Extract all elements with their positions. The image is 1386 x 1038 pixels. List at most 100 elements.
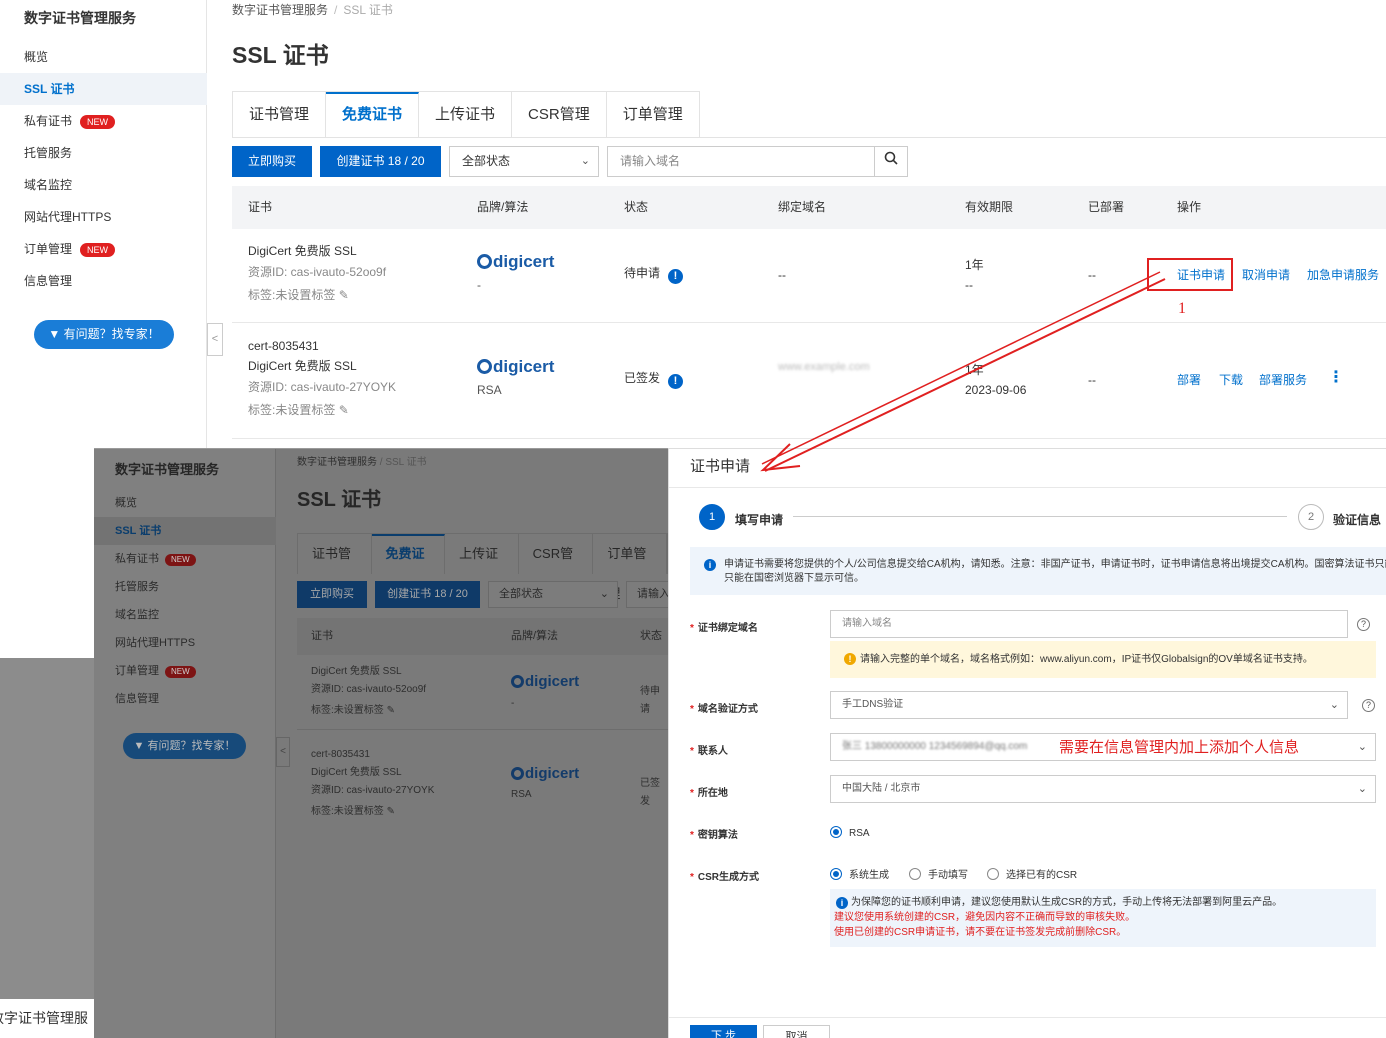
overlay-nav-item[interactable]: SSL 证书: [94, 517, 276, 545]
overlay-cert-algo: RSA: [511, 789, 532, 800]
cancel-button[interactable]: 取消: [763, 1025, 830, 1038]
verify-method-select[interactable]: 手工DNS验证 ⌄: [830, 691, 1348, 719]
overlay-nav-item[interactable]: 概览: [94, 489, 276, 517]
deploy-service-link[interactable]: 部署服务: [1259, 370, 1307, 390]
breadcrumb-current: SSL 证书: [343, 3, 393, 17]
overlay-cert-tag[interactable]: 标签:未设置标签 ✎: [311, 702, 395, 720]
new-badge: NEW: [165, 554, 196, 566]
overlay-cert-tag[interactable]: 标签:未设置标签 ✎: [311, 803, 395, 821]
sidebar-item-info[interactable]: 信息管理: [0, 265, 207, 297]
overlay-collapse-handle[interactable]: <: [276, 737, 290, 767]
column-header: 品牌/算法: [511, 630, 559, 642]
download-link[interactable]: 下载: [1219, 370, 1243, 390]
overlay-buy-button[interactable]: 立即购买: [297, 581, 367, 608]
sidebar-item-domain-monitor[interactable]: 域名监控: [0, 169, 207, 201]
sidebar-item-label: 订单管理: [24, 242, 73, 256]
breadcrumb-sep: /: [334, 3, 338, 17]
step-connector: [793, 516, 1287, 517]
cert-tag-label: 标签:未设置标签: [248, 288, 336, 302]
csr-notice-line: 为保障您的证书顺利申请，建议您使用默认生成CSR的方式，手动上传将无法部署到阿里…: [851, 897, 1283, 908]
warning-icon: !: [844, 653, 856, 665]
cert-product: DigiCert 免费版 SSL: [248, 244, 357, 258]
search-icon: [884, 151, 898, 165]
table-header: 证书 品牌/算法 状态 绑定域名 有效期限 已部署 操作: [232, 186, 1386, 229]
overlay-cert-name: cert-8035431: [311, 749, 370, 760]
digicert-logo: digicert: [477, 357, 554, 377]
overlay-help-button[interactable]: ▼ 有问题？找专家！: [123, 733, 246, 759]
tab-bar: 证书管理 免费证书 上传证书 CSR管理 订单管理: [232, 91, 700, 138]
tab-orders[interactable]: 订单管理: [606, 92, 699, 138]
cert-tag[interactable]: 标签:未设置标签 ✎: [248, 285, 349, 305]
message-icon: ▼: [133, 740, 148, 752]
overlay-tab[interactable]: 免费证书: [371, 534, 446, 597]
overlay-status-select[interactable]: 全部状态 ⌄: [488, 581, 618, 608]
sidebar-item-overview[interactable]: 概览: [0, 41, 207, 73]
bottom-strip: 数字证书管理服: [0, 999, 94, 1038]
sidebar-item-label: 私有证书: [24, 114, 73, 128]
info-icon[interactable]: !: [668, 269, 684, 284]
expedite-service-link[interactable]: 加急申请服务: [1307, 265, 1379, 285]
annotation-number: 1: [1178, 300, 1186, 317]
sidebar-item-orders[interactable]: 订单管理 NEW: [0, 233, 207, 265]
tab-upload-cert[interactable]: 上传证书: [419, 92, 513, 138]
csr-existing-radio[interactable]: 选择已有的CSR: [987, 868, 1077, 883]
sidebar-item-ssl[interactable]: SSL 证书: [0, 73, 207, 105]
cert-name: cert-8035431: [248, 339, 319, 353]
info-icon[interactable]: !: [668, 374, 684, 389]
sidebar-collapse-handle[interactable]: <: [207, 323, 223, 356]
location-select[interactable]: 中国大陆 / 北京市 ⌄: [830, 775, 1376, 803]
sidebar-item-https-proxy[interactable]: 网站代理HTTPS: [0, 201, 207, 233]
overlay-search-input[interactable]: 请输入: [626, 581, 668, 608]
status-select[interactable]: 全部状态 ⌄: [449, 146, 599, 177]
overlay-brand: 数字证书管理服务: [115, 462, 220, 477]
overlay-cert-resource: 资源ID: cas-ivauto-52oo9f: [311, 684, 427, 695]
help-icon[interactable]: ?: [1357, 618, 1370, 631]
help-expert-button[interactable]: ▼ 有问题？找专家！: [34, 320, 174, 349]
edit-icon: ✎: [338, 288, 349, 302]
breadcrumb-item[interactable]: 数字证书管理服务: [232, 3, 328, 17]
overlay-nav-item[interactable]: 订单管理 NEW: [94, 657, 276, 685]
column-header: 证书: [311, 630, 333, 642]
overlay-tab[interactable]: 证书管理: [298, 534, 372, 601]
csr-system-radio[interactable]: 系统生成: [830, 868, 889, 883]
cancel-apply-link[interactable]: 取消申请: [1242, 265, 1290, 285]
cert-expiry: --: [965, 278, 973, 292]
domain-input[interactable]: 请输入域名: [830, 610, 1348, 638]
cert-tag[interactable]: 标签:未设置标签 ✎: [248, 400, 349, 420]
cert-resource-id: 资源ID: cas-ivauto-52oo9f: [248, 265, 387, 279]
sidebar-item-hosting[interactable]: 托管服务: [0, 137, 207, 169]
tab-free-cert[interactable]: 免费证书: [326, 92, 420, 138]
overlay-tab[interactable]: 上传证书: [445, 534, 519, 601]
page-title: SSL 证书: [232, 42, 329, 68]
more-options-icon[interactable]: ⋮: [1328, 368, 1344, 388]
cert-status: 待申请!: [624, 263, 684, 284]
csr-manual-radio[interactable]: 手动填写: [909, 868, 968, 883]
overlay-nav-item[interactable]: 托管服务: [94, 573, 276, 601]
overlay-create-button[interactable]: 创建证书 18 / 20: [375, 581, 480, 608]
create-cert-button[interactable]: 创建证书 18 / 20: [320, 146, 441, 177]
chevron-down-icon: ⌄: [580, 155, 590, 167]
overlay-tab[interactable]: 订单管理: [593, 534, 667, 601]
cert-tag-label: 标签:未设置标签: [248, 403, 336, 417]
help-icon[interactable]: ?: [1362, 699, 1375, 712]
deploy-link[interactable]: 部署: [1177, 370, 1201, 390]
csr-notice: i 为保障您的证书顺利申请，建议您使用默认生成CSR的方式，手动上传将无法部署到…: [830, 889, 1376, 947]
digicert-logo: digicert: [511, 673, 579, 690]
search-button[interactable]: [875, 146, 908, 177]
tab-csr-manage[interactable]: CSR管理: [512, 92, 607, 138]
overlay-sidebar: 数字证书管理服务 概览 SSL 证书 私有证书 NEW 托管服务 域名监控 网站代…: [94, 449, 276, 1038]
overlay-nav-item[interactable]: 信息管理: [94, 685, 276, 713]
domain-search-input[interactable]: 请输入域名: [607, 146, 875, 177]
overlay-tab[interactable]: CSR管理: [519, 534, 594, 601]
buy-now-button[interactable]: 立即购买: [232, 146, 312, 177]
sidebar-item-private-cert[interactable]: 私有证书 NEW: [0, 105, 207, 137]
edit-icon: ✎: [386, 806, 395, 817]
tab-cert-manage[interactable]: 证书管理: [233, 92, 327, 138]
overlay-nav-item[interactable]: 域名监控: [94, 601, 276, 629]
sidebar-brand: 数字证书管理服务: [24, 10, 136, 26]
next-button[interactable]: 下 步: [690, 1025, 757, 1038]
overlay-nav-item[interactable]: 私有证书 NEW: [94, 545, 276, 573]
algo-rsa-radio[interactable]: RSA: [830, 826, 870, 841]
overlay-nav-item[interactable]: 网站代理HTTPS: [94, 629, 276, 657]
edit-icon: ✎: [338, 403, 349, 417]
